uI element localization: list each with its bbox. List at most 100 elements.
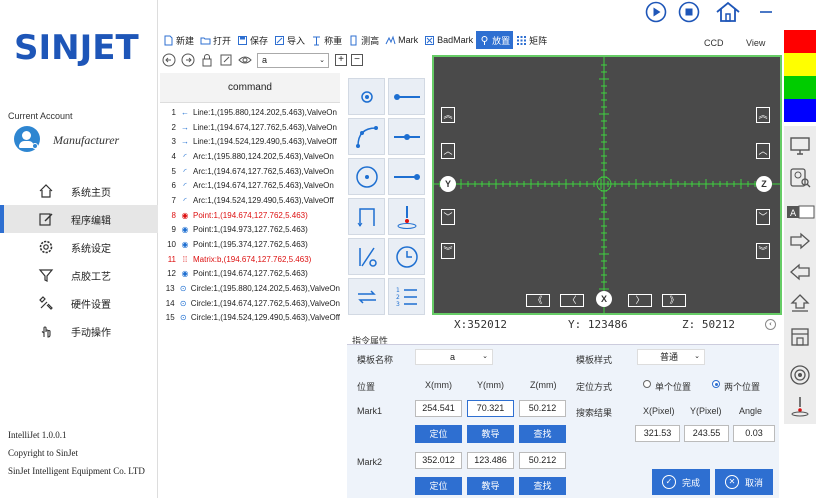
nav-item-dispensing-process[interactable]: 点胶工艺 xyxy=(0,261,158,289)
user-search-button[interactable] xyxy=(788,166,812,190)
monitor-button[interactable] xyxy=(788,134,812,158)
text-size-button[interactable]: A xyxy=(786,204,816,220)
mark2-y-input[interactable]: 123.486 xyxy=(467,452,514,469)
add-button[interactable]: + xyxy=(335,54,347,66)
dispense-test-button[interactable] xyxy=(788,394,812,418)
command-select[interactable]: a ⌄ xyxy=(257,52,329,68)
stop-button[interactable] xyxy=(677,0,701,24)
line-end-tool-button[interactable] xyxy=(388,158,425,195)
edit-pen-icon[interactable] xyxy=(219,53,233,67)
open-button[interactable]: 打开 xyxy=(197,31,234,49)
command-row[interactable]: 15 ⊙ Circle:1,(194.524,129.490,5.463),Valv… xyxy=(160,311,340,326)
mark1-locate-button[interactable]: 定位 xyxy=(415,425,462,443)
command-row[interactable]: 5 ◜ Arc:1,(194.674,127.762,5.463),ValveOn xyxy=(160,164,340,179)
command-row[interactable]: 6 ◜ Arc:1,(194.674,127.762,5.463),ValveOn xyxy=(160,178,340,193)
line-mid-tool-button[interactable] xyxy=(388,118,425,155)
template-name-select[interactable]: a ⌄ xyxy=(415,349,493,365)
done-button[interactable]: ✓ 完成 xyxy=(652,469,710,495)
remove-button[interactable]: − xyxy=(351,54,363,66)
command-row[interactable]: 4 ◜ Arc:1,(195.880,124.202,5.463),ValveOn xyxy=(160,149,340,164)
tab-ccd[interactable]: CCD xyxy=(704,38,724,48)
badmark-button[interactable]: BadMark xyxy=(421,31,476,49)
io-tool-button[interactable] xyxy=(348,238,385,275)
collapse-icon[interactable]: ‹ xyxy=(765,319,776,330)
single-position-radio[interactable] xyxy=(643,380,651,388)
mark1-teach-button[interactable]: 教导 xyxy=(467,425,514,443)
lock-icon[interactable] xyxy=(200,53,214,67)
y-up-button[interactable]: ︿ xyxy=(441,143,455,159)
position-button[interactable]: 放置 xyxy=(476,31,514,49)
cancel-button[interactable]: ✕ 取消 xyxy=(715,469,773,495)
mark-button[interactable]: Mark xyxy=(382,31,421,49)
mark2-z-input[interactable]: 50.212 xyxy=(519,452,566,469)
circle-tool-button[interactable] xyxy=(348,158,385,195)
z-up-button[interactable]: ︿ xyxy=(756,143,770,159)
red-swatch[interactable] xyxy=(784,30,816,53)
ccd-camera-view[interactable]: ︽ ︿ ﹀ ︾ ︽ ︿ ﹀ ︾ Y Z X 《 〈 〉 》 xyxy=(432,55,782,315)
upload-button[interactable] xyxy=(788,291,812,315)
target-button[interactable] xyxy=(788,363,812,387)
minimize-button[interactable] xyxy=(756,0,776,24)
y-down-button[interactable]: ﹀ xyxy=(441,209,455,225)
line-start-tool-button[interactable] xyxy=(388,78,425,115)
command-row[interactable]: 14 ⊙ Circle:1,(194.674,127.762,5.463),Valv… xyxy=(160,296,340,311)
home-button[interactable] xyxy=(714,0,742,24)
list-tool-button[interactable]: 123 xyxy=(388,278,425,315)
x-fast-right-button[interactable]: 》 xyxy=(662,294,686,307)
x-fast-left-button[interactable]: 《 xyxy=(526,294,550,307)
delay-tool-button[interactable] xyxy=(388,238,425,275)
yellow-swatch[interactable] xyxy=(784,53,816,76)
y-fast-down-button[interactable]: ︾ xyxy=(441,243,455,259)
nav-item-system-settings[interactable]: 系统设定 xyxy=(0,233,158,261)
loop-tool-button[interactable] xyxy=(348,278,385,315)
command-row[interactable]: 10 ◉ Point:1,(195.374,127.762,5.463) xyxy=(160,237,340,252)
forward-icon[interactable] xyxy=(181,53,195,67)
arc-tool-button[interactable] xyxy=(348,118,385,155)
z-fast-up-button[interactable]: ︽ xyxy=(756,107,770,123)
mark2-search-button[interactable]: 查找 xyxy=(519,477,566,495)
height-measure-button[interactable]: 测高 xyxy=(345,31,382,49)
template-style-select[interactable]: 普通 ⌄ xyxy=(637,349,705,365)
nav-item-program-edit[interactable]: 程序编辑 xyxy=(0,205,158,233)
z-down-button[interactable]: ﹀ xyxy=(756,209,770,225)
command-row[interactable]: 8 ◉ Point:1,(194.674,127.762,5.463) xyxy=(160,208,340,223)
command-row[interactable]: 12 ◉ Point:1,(194.674,127.762,5.463) xyxy=(160,267,340,282)
exit-button[interactable] xyxy=(788,260,812,284)
x-left-button[interactable]: 〈 xyxy=(560,294,584,307)
path-tool-button[interactable] xyxy=(348,198,385,235)
mark2-x-input[interactable]: 352.012 xyxy=(415,452,462,469)
command-row[interactable]: 2 → Line:1,(194.674,127.762,5.463),ValveOn xyxy=(160,120,340,135)
avatar[interactable] xyxy=(14,126,40,152)
blue-swatch[interactable] xyxy=(784,99,816,122)
nav-item-home[interactable]: 系统主页 xyxy=(0,177,158,205)
mark1-x-input[interactable]: 254.541 xyxy=(415,400,462,417)
nav-item-manual-operation[interactable]: 手动操作 xyxy=(0,317,158,345)
weigh-button[interactable]: 称重 xyxy=(308,31,345,49)
command-row[interactable]: 1 ← Line:1,(195.880,124.202,5.463),ValveOn xyxy=(160,105,340,120)
command-row[interactable]: 3 → Line:1,(194.524,129.490,5.463),ValveOf… xyxy=(160,134,340,149)
command-row[interactable]: 11 ⁞⁞ Matrix:b,(194.674,127.762,5.463) xyxy=(160,252,340,267)
mark1-search-button[interactable]: 查找 xyxy=(519,425,566,443)
command-row[interactable]: 7 ◜ Arc:1,(194.524,129.490,5.463),ValveOff xyxy=(160,193,340,208)
y-fast-up-button[interactable]: ︽ xyxy=(441,107,455,123)
matrix-button[interactable]: 矩阵 xyxy=(513,31,550,49)
save-button[interactable]: 保存 xyxy=(234,31,271,49)
nav-item-hardware-settings[interactable]: 硬件设置 xyxy=(0,289,158,317)
mark2-locate-button[interactable]: 定位 xyxy=(415,477,462,495)
new-button[interactable]: 新建 xyxy=(160,31,197,49)
tab-view[interactable]: View xyxy=(746,38,765,48)
x-right-button[interactable]: 〉 xyxy=(628,294,652,307)
enter-button[interactable] xyxy=(788,229,812,253)
import-button[interactable]: 导入 xyxy=(271,31,308,49)
double-position-radio[interactable] xyxy=(712,380,720,388)
mark1-y-input[interactable]: 70.321 xyxy=(467,400,514,417)
back-icon[interactable] xyxy=(162,53,176,67)
z-fast-down-button[interactable]: ︾ xyxy=(756,243,770,259)
eye-icon[interactable] xyxy=(238,53,252,67)
dispense-tool-button[interactable] xyxy=(388,198,425,235)
mark2-teach-button[interactable]: 教导 xyxy=(467,477,514,495)
point-tool-button[interactable] xyxy=(348,78,385,115)
run-button[interactable] xyxy=(644,0,668,24)
mark1-z-input[interactable]: 50.212 xyxy=(519,400,566,417)
command-row[interactable]: 9 ◉ Point:1,(194.973,127.762,5.463) xyxy=(160,223,340,238)
